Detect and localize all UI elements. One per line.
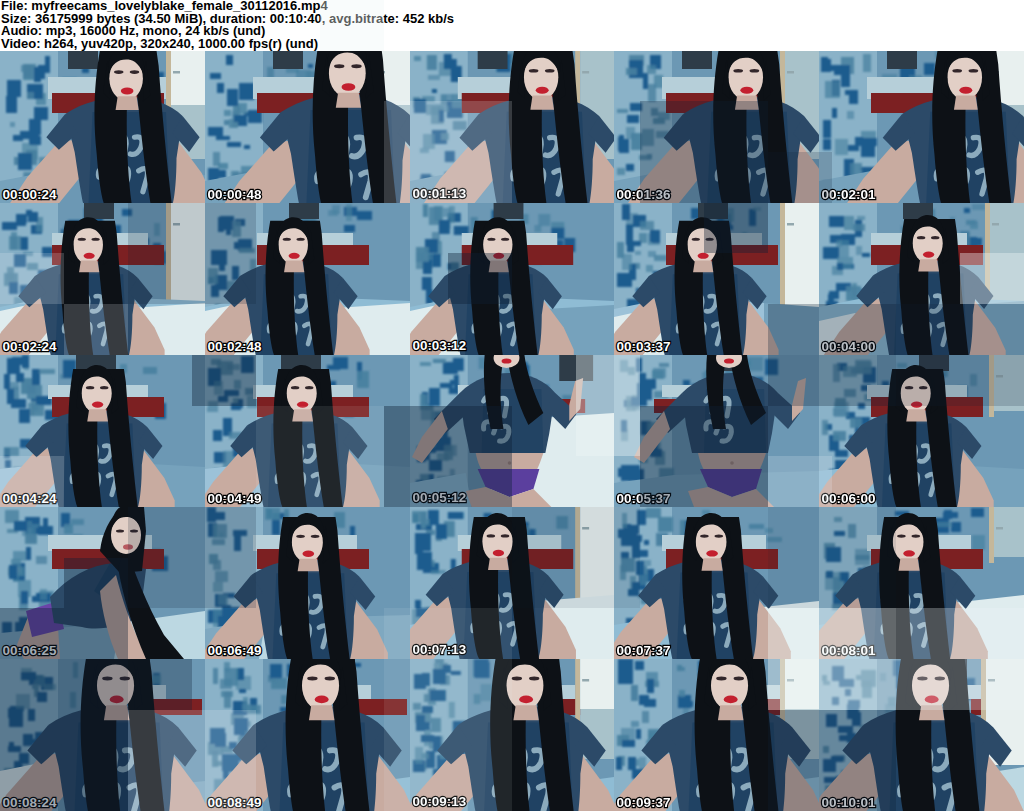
svg-text:00:02:48: 00:02:48 <box>208 339 263 354</box>
svg-text:00:02:24: 00:02:24 <box>3 339 58 354</box>
svg-text:00:03:12: 00:03:12 <box>412 338 466 353</box>
svg-text:00:00:24: 00:00:24 <box>3 187 58 202</box>
svg-text:00:04:49: 00:04:49 <box>208 491 262 506</box>
svg-text:00:09:13: 00:09:13 <box>412 794 466 809</box>
svg-text:00:07:13: 00:07:13 <box>412 642 466 657</box>
svg-text:00:04:00: 00:04:00 <box>822 339 876 354</box>
svg-text:00:05:12: 00:05:12 <box>412 490 466 505</box>
svg-text:00:08:49: 00:08:49 <box>208 795 262 810</box>
svg-text:00:05:37: 00:05:37 <box>617 491 671 506</box>
svg-text:00:03:37: 00:03:37 <box>617 339 671 354</box>
svg-text:00:09:37: 00:09:37 <box>617 795 671 810</box>
svg-text:00:06:00: 00:06:00 <box>822 491 876 506</box>
svg-text:00:00:48: 00:00:48 <box>208 187 263 202</box>
svg-text:00:02:01: 00:02:01 <box>822 187 877 202</box>
svg-text:00:06:25: 00:06:25 <box>3 643 58 658</box>
svg-text:00:06:49: 00:06:49 <box>208 643 262 658</box>
svg-text:00:04:24: 00:04:24 <box>3 491 58 506</box>
svg-text:00:08:24: 00:08:24 <box>3 795 58 810</box>
svg-text:00:08:01: 00:08:01 <box>822 643 877 658</box>
svg-text:00:01:36: 00:01:36 <box>617 187 672 202</box>
svg-text:00:07:37: 00:07:37 <box>617 643 671 658</box>
svg-text:00:01:13: 00:01:13 <box>412 186 466 201</box>
svg-text:00:10:01: 00:10:01 <box>822 795 877 810</box>
